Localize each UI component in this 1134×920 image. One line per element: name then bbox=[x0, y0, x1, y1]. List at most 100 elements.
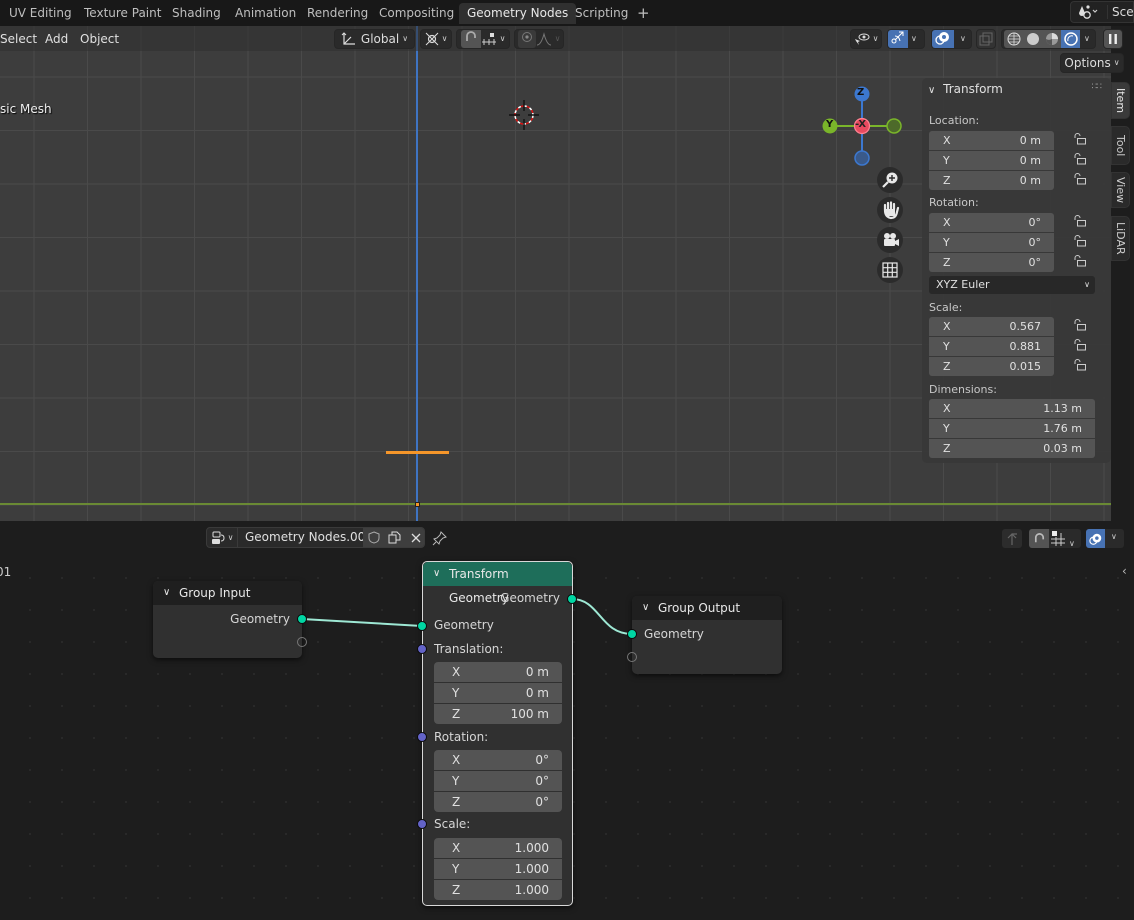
pin-icon[interactable] bbox=[432, 530, 448, 549]
node-snap-toggle[interactable] bbox=[1029, 529, 1049, 548]
tab-rendering[interactable]: Rendering bbox=[299, 3, 376, 24]
group-input-geometry-socket[interactable] bbox=[297, 614, 307, 624]
scale-x-field[interactable]: X 0.567 bbox=[929, 317, 1054, 336]
pan-view-button[interactable] bbox=[877, 197, 903, 223]
lock-scale-y-icon[interactable] bbox=[1073, 339, 1087, 351]
rotation-z-field[interactable]: Z 0° bbox=[929, 253, 1054, 272]
tab-uv-editing[interactable]: UV Editing bbox=[1, 3, 80, 24]
sidebar-tab-view[interactable]: View bbox=[1111, 172, 1130, 208]
sidebar-tab-lidar[interactable]: LiDAR bbox=[1111, 216, 1130, 261]
lock-location-x-icon[interactable] bbox=[1073, 133, 1087, 145]
scale-socket[interactable] bbox=[417, 819, 427, 829]
unlink-button[interactable] bbox=[405, 528, 424, 547]
drag-handle-icon[interactable]: ∷∷ bbox=[1092, 82, 1103, 92]
translation-y-field[interactable]: Y 0 m bbox=[434, 683, 562, 703]
menu-add[interactable]: Add bbox=[45, 30, 68, 48]
node-rotation-x-field[interactable]: X 0° bbox=[434, 750, 562, 770]
pivot-point-dropdown[interactable]: ∨ bbox=[420, 29, 452, 49]
axis-label: Y bbox=[943, 154, 950, 167]
material-preview-button[interactable] bbox=[1042, 30, 1061, 48]
wireframe-shading-button[interactable] bbox=[1004, 30, 1023, 48]
scene-selector[interactable]: Scene bbox=[1070, 1, 1134, 23]
node-rotation-y-field[interactable]: Y 0° bbox=[434, 771, 562, 791]
rotation-socket[interactable] bbox=[417, 732, 427, 742]
snap-grid-dropdown[interactable]: ∨ bbox=[1050, 530, 1075, 548]
group-output-node[interactable]: ∨ Group Output Geometry bbox=[632, 596, 782, 674]
pause-render-button[interactable] bbox=[1103, 29, 1123, 49]
rendered-shading-button[interactable] bbox=[1061, 30, 1080, 48]
options-dropdown[interactable]: Options ∨ bbox=[1060, 53, 1124, 73]
transform-geometry-header[interactable]: ∨ Transform Geometry bbox=[423, 562, 572, 605]
node-editor-canvas[interactable]: 01 ‹ ∨Group Input Geometry ∨Transform Ge… bbox=[0, 552, 1134, 920]
rotation-y-field[interactable]: Y 0° bbox=[929, 233, 1054, 252]
proportional-editing-toggle[interactable]: ∨ bbox=[514, 29, 564, 49]
fake-user-button[interactable] bbox=[363, 528, 384, 547]
scale-z-field[interactable]: Z 0.015 bbox=[929, 357, 1054, 376]
menu-select[interactable]: Select bbox=[0, 30, 37, 48]
node-scale-z-field[interactable]: Z 1.000 bbox=[434, 880, 562, 900]
group-input-header[interactable]: ∨ Group Input bbox=[153, 581, 302, 605]
rotation-x-field[interactable]: X 0° bbox=[929, 213, 1054, 232]
node-group-name[interactable]: Geometry Nodes.001 bbox=[245, 530, 373, 544]
location-x-field[interactable]: X 0 m bbox=[929, 131, 1054, 150]
toggle-ortho-button[interactable] bbox=[877, 257, 903, 283]
group-output-geometry-socket[interactable] bbox=[627, 629, 637, 639]
group-input-empty-socket[interactable] bbox=[297, 637, 307, 647]
lock-rotation-y-icon[interactable] bbox=[1073, 235, 1087, 247]
lock-location-y-icon[interactable] bbox=[1073, 153, 1087, 165]
sidebar-tab-item[interactable]: Item bbox=[1111, 82, 1130, 119]
lock-scale-z-icon[interactable] bbox=[1073, 359, 1087, 371]
xray-toggle[interactable] bbox=[976, 29, 996, 49]
tab-compositing[interactable]: Compositing bbox=[371, 3, 462, 24]
3d-cursor-icon[interactable] bbox=[509, 100, 539, 133]
transform-geometry-node[interactable]: ∨ Transform Geometry Geometry Geometry Tr… bbox=[422, 561, 573, 906]
sidebar-tab-tool[interactable]: Tool bbox=[1111, 126, 1130, 165]
lock-rotation-x-icon[interactable] bbox=[1073, 215, 1087, 227]
rotation-mode-dropdown[interactable]: XYZ Euler ∨ bbox=[929, 276, 1095, 294]
gizmo-toggle[interactable]: ∨ bbox=[887, 29, 925, 49]
browse-node-tree-button[interactable]: ∨ bbox=[207, 528, 238, 547]
tab-scripting[interactable]: Scripting bbox=[567, 3, 636, 24]
selected-mesh-object[interactable] bbox=[386, 451, 449, 454]
translation-z-field[interactable]: Z 100 m bbox=[434, 704, 562, 724]
group-input-node[interactable]: ∨ Group Input Geometry bbox=[153, 581, 302, 658]
translation-x-field[interactable]: X 0 m bbox=[434, 662, 562, 682]
menu-object[interactable]: Object bbox=[80, 30, 119, 48]
node-scale-x-field[interactable]: X 1.000 bbox=[434, 838, 562, 858]
selectability-visibility-dropdown[interactable]: ∨ bbox=[850, 29, 882, 49]
transform-orientation-dropdown[interactable]: Global ∨ bbox=[334, 29, 415, 49]
shading-options-chevron[interactable]: ∨ bbox=[1084, 30, 1090, 48]
camera-view-button[interactable] bbox=[877, 227, 903, 253]
translation-socket[interactable] bbox=[417, 644, 427, 654]
dimensions-x-field[interactable]: X 1.13 m bbox=[929, 399, 1095, 418]
add-workspace-button[interactable]: + bbox=[629, 3, 658, 24]
transform-output-geometry-socket[interactable] bbox=[567, 594, 577, 604]
magnet-icon bbox=[460, 30, 481, 48]
transform-panel-header[interactable]: ∨ Transform bbox=[928, 82, 1003, 96]
overlays-toggle[interactable]: ∨ bbox=[931, 29, 972, 49]
tab-shading[interactable]: Shading bbox=[164, 3, 229, 24]
lock-location-z-icon[interactable] bbox=[1073, 173, 1087, 185]
duplicate-button[interactable] bbox=[384, 528, 405, 547]
scale-y-field[interactable]: Y 0.881 bbox=[929, 337, 1054, 356]
node-overlays-toggle[interactable]: ∨ bbox=[1086, 529, 1124, 548]
tab-geometry-nodes[interactable]: Geometry Nodes bbox=[459, 3, 577, 24]
navigation-gizmo[interactable]: Z Y -X bbox=[818, 84, 908, 174]
group-output-empty-socket[interactable] bbox=[627, 652, 637, 662]
group-output-header[interactable]: ∨ Group Output bbox=[632, 596, 782, 620]
transform-input-geometry-socket[interactable] bbox=[417, 621, 427, 631]
lock-rotation-z-icon[interactable] bbox=[1073, 255, 1087, 267]
snap-toggle[interactable]: ∨ bbox=[456, 29, 510, 49]
parent-node-tree-button[interactable] bbox=[1002, 529, 1022, 548]
lock-scale-x-icon[interactable] bbox=[1073, 319, 1087, 331]
dimensions-z-field[interactable]: Z 0.03 m bbox=[929, 439, 1095, 458]
node-scale-y-field[interactable]: Y 1.000 bbox=[434, 859, 562, 879]
tab-animation[interactable]: Animation bbox=[227, 3, 304, 24]
location-z-field[interactable]: Z 0 m bbox=[929, 171, 1054, 190]
node-rotation-z-field[interactable]: Z 0° bbox=[434, 792, 562, 812]
solid-shading-button[interactable] bbox=[1023, 30, 1042, 48]
dimensions-y-field[interactable]: Y 1.76 m bbox=[929, 419, 1095, 438]
zoom-view-button[interactable] bbox=[877, 167, 903, 193]
location-y-field[interactable]: Y 0 m bbox=[929, 151, 1054, 170]
tab-texture-paint[interactable]: Texture Paint bbox=[76, 3, 169, 24]
